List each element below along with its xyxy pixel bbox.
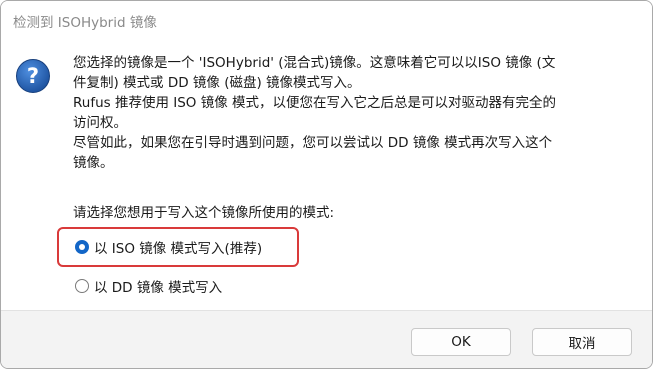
svg-text:?: ? — [27, 64, 39, 88]
message-line: Rufus 推荐使用 ISO 镜像 模式，以便您在写入它之后总是可以对驱动器有完… — [73, 95, 557, 111]
message-line: 尽管如此，如果您在引导时遇到问题，您可以尝试以 DD 镜像 模式再次写入这个 — [73, 135, 553, 151]
message-line: 件复制) 模式或 DD 镜像 (磁盘) 镜像模式写入。 — [73, 75, 361, 91]
dialog-window: 检测到 ISOHybrid 镜像 ? 您选择的镜像是一个 'ISOHybrid'… — [0, 0, 653, 369]
message-line: 您选择的镜像是一个 'ISOHybrid' (混合式)镜像。这意味着它可以以IS… — [73, 55, 556, 71]
cancel-button[interactable]: 取消 — [532, 328, 632, 356]
title-bar: 检测到 ISOHybrid 镜像 — [1, 1, 652, 41]
radio-unselected-icon[interactable] — [75, 279, 89, 293]
message-line: 镜像。 — [73, 155, 114, 171]
message-text: 您选择的镜像是一个 'ISOHybrid' (混合式)镜像。这意味着它可以以IS… — [73, 53, 643, 173]
radio-option-iso[interactable]: 以 ISO 镜像 模式写入(推荐) — [75, 237, 262, 257]
radio-selected-icon[interactable] — [75, 240, 89, 254]
button-bar: OK 取消 — [1, 310, 652, 368]
mode-prompt: 请选择您想用于写入这个镜像所使用的模式: — [73, 205, 335, 221]
message-line: 访问权。 — [73, 115, 127, 131]
radio-option-dd[interactable]: 以 DD 镜像 模式写入 — [75, 276, 222, 296]
window-title: 检测到 ISOHybrid 镜像 — [13, 15, 157, 31]
question-icon: ? — [16, 59, 50, 93]
radio-label-iso: 以 ISO 镜像 模式写入(推荐) — [94, 241, 263, 257]
radio-label-dd: 以 DD 镜像 模式写入 — [94, 280, 223, 296]
ok-button[interactable]: OK — [411, 328, 511, 356]
